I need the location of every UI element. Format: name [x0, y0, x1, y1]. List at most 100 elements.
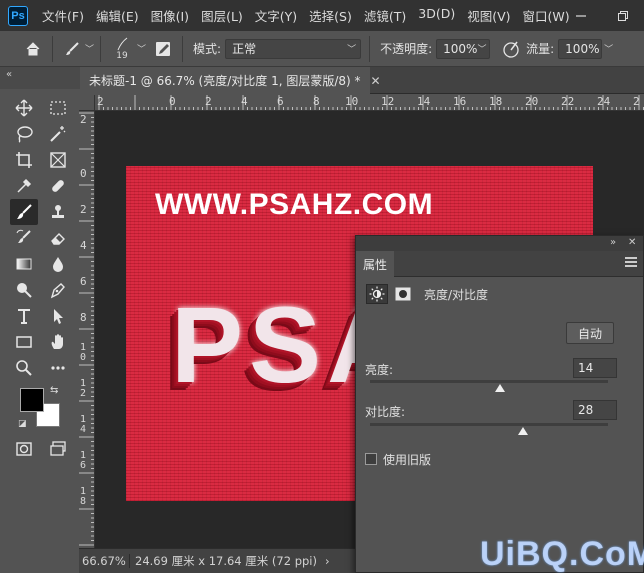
vertical-ruler[interactable]: 2 0 2 4 6 8 1 0 1 2 1 4 1 6 1 8: [79, 111, 95, 548]
brightness-label: 亮度:: [365, 363, 394, 377]
rectangle-tool-icon[interactable]: [10, 329, 38, 355]
ruler-label: 16: [453, 95, 467, 108]
ruler-label: 24: [597, 95, 611, 108]
opacity-input[interactable]: 100% ﹀: [436, 38, 491, 59]
layer-mask-icon[interactable]: [392, 284, 414, 304]
toolbox: ⇆ ◪: [0, 89, 80, 573]
mode-label: 模式:: [193, 42, 222, 56]
panel-menu-icon[interactable]: [625, 257, 637, 267]
use-legacy-checkbox[interactable]: [365, 453, 377, 465]
menu-select[interactable]: 选择(S): [303, 6, 358, 25]
frame-tool-icon[interactable]: [44, 147, 72, 173]
ruler-label: 2: [80, 203, 87, 216]
brush-icon[interactable]: [59, 36, 85, 62]
contrast-input[interactable]: 28: [573, 400, 617, 420]
menu-view[interactable]: 视图(V): [461, 6, 516, 25]
collapse-panel-icon[interactable]: »: [610, 237, 616, 248]
restore-icon[interactable]: [602, 0, 644, 31]
brush-settings-icon[interactable]: [150, 36, 176, 62]
dodge-tool-icon[interactable]: [10, 277, 38, 303]
chevron-down-icon[interactable]: ﹀: [85, 42, 94, 55]
menu-layer[interactable]: 图层(L): [195, 6, 249, 25]
pressure-icon[interactable]: [498, 36, 524, 62]
contrast-slider-thumb[interactable]: [518, 427, 528, 435]
chevron-down-icon[interactable]: ﹀: [604, 42, 613, 55]
photoshop-logo[interactable]: Ps: [8, 5, 28, 26]
zoom-level[interactable]: 66.67%: [82, 554, 126, 568]
blur-tool-icon[interactable]: [44, 251, 72, 277]
move-tool-icon[interactable]: [10, 95, 38, 121]
menu-type[interactable]: 文字(Y): [249, 6, 303, 25]
brush-tool-icon[interactable]: [10, 199, 38, 225]
menu-image[interactable]: 图像(I): [145, 6, 195, 25]
eraser-tool-icon[interactable]: [44, 225, 72, 251]
brush-preset-picker[interactable]: 19: [107, 32, 137, 66]
flow-label: 流量:: [526, 42, 555, 56]
flow-input[interactable]: 100%: [558, 38, 603, 59]
ruler-label: 2: [205, 95, 212, 108]
pen-tool-icon[interactable]: [44, 277, 72, 303]
brightness-slider-track[interactable]: [370, 380, 608, 383]
mode-select[interactable]: 正常 ﹀: [225, 38, 362, 59]
mode-value: 正常: [232, 42, 257, 56]
toolbox-header: «: [0, 67, 80, 89]
status-menu-arrow[interactable]: ›: [325, 554, 330, 568]
window-controls: [560, 0, 644, 31]
home-icon[interactable]: [20, 36, 46, 62]
separator: [100, 35, 102, 62]
opacity-label: 不透明度:: [380, 42, 433, 56]
ruler-corner: [79, 95, 95, 111]
zoom-tool-icon[interactable]: [10, 355, 38, 381]
history-brush-tool-icon[interactable]: [10, 225, 38, 251]
ruler-label: 1 4: [80, 414, 87, 435]
minimize-icon[interactable]: [560, 0, 602, 31]
canvas-site-text: WWW.PSAHZ.COM: [155, 188, 434, 221]
gradient-tool-icon[interactable]: [10, 251, 38, 277]
lasso-tool-icon[interactable]: [10, 121, 38, 147]
menu-file[interactable]: 文件(F): [36, 6, 90, 25]
menu-filter[interactable]: 滤镜(T): [358, 6, 412, 25]
ruler-label: 18: [489, 95, 503, 108]
panel-header: » ✕: [356, 236, 643, 251]
type-tool-icon[interactable]: [10, 303, 38, 329]
document-info: 24.69 厘米 x 17.64 厘米 (72 ppi): [135, 554, 317, 568]
auto-button[interactable]: 自动: [566, 322, 614, 344]
properties-panel: » ✕ 属性 亮度/对比度 自动 亮度: 14 对比度: 28 使用旧版: [355, 235, 644, 573]
horizontal-ruler[interactable]: 2 0 2 4 6 8 10 12 14 16 18 20 22 24 2: [95, 95, 644, 111]
hand-tool-icon[interactable]: [44, 329, 72, 355]
document-tab-bar: 未标题-1 @ 66.7% (亮度/对比度 1, 图层蒙版/8) * ✕: [80, 67, 644, 94]
magic-wand-tool-icon[interactable]: [44, 121, 72, 147]
close-icon[interactable]: ✕: [371, 74, 381, 88]
tab-properties[interactable]: 属性: [356, 251, 394, 277]
quick-mask-icon[interactable]: [10, 436, 38, 462]
more-tools-icon[interactable]: [44, 355, 72, 381]
contrast-slider-track[interactable]: [370, 423, 608, 426]
chevron-down-icon: ﹀: [347, 45, 357, 55]
ruler-label: 8: [80, 311, 87, 324]
path-selection-tool-icon[interactable]: [44, 303, 72, 329]
screen-mode-icon[interactable]: [44, 436, 72, 462]
document-tab[interactable]: 未标题-1 @ 66.7% (亮度/对比度 1, 图层蒙版/8) * ✕: [80, 67, 381, 94]
brightness-slider-thumb[interactable]: [495, 384, 505, 392]
separator: [129, 554, 130, 568]
default-colors-icon[interactable]: ◪: [18, 419, 27, 429]
healing-brush-tool-icon[interactable]: [44, 173, 72, 199]
brightness-input[interactable]: 14: [573, 358, 617, 378]
marquee-tool-icon[interactable]: [44, 95, 72, 121]
ruler-label: 4: [241, 95, 248, 108]
use-legacy-label: 使用旧版: [383, 453, 432, 467]
menu-edit[interactable]: 编辑(E): [90, 6, 145, 25]
swap-colors-icon[interactable]: ⇆: [50, 385, 58, 396]
menu-3d[interactable]: 3D(D): [412, 6, 461, 25]
adjustment-title: 亮度/对比度: [424, 287, 489, 302]
collapse-icon[interactable]: «: [6, 69, 12, 80]
foreground-color-swatch[interactable]: [20, 388, 44, 412]
ruler-label: 1 6: [80, 450, 87, 471]
clone-stamp-tool-icon[interactable]: [44, 199, 72, 225]
flow-value: 100%: [565, 41, 600, 56]
close-icon[interactable]: ✕: [628, 237, 636, 248]
crop-tool-icon[interactable]: [10, 147, 38, 173]
chevron-down-icon[interactable]: ﹀: [137, 42, 146, 55]
eyedropper-tool-icon[interactable]: [10, 173, 38, 199]
brightness-contrast-icon[interactable]: [366, 284, 388, 304]
